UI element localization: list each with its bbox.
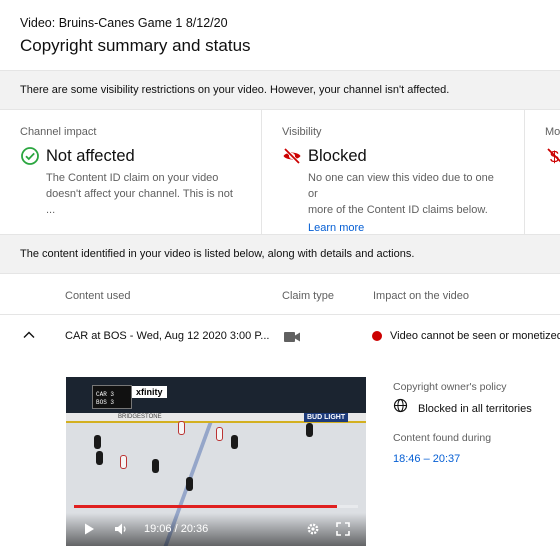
card-description: The Content ID claim on your video doesn… [46,170,241,218]
column-header-impact: Impact on the video [373,290,470,302]
card-status-text: Blocked [308,146,367,165]
card-label: Channel impact [20,126,97,138]
hockey-player [94,435,101,449]
board-ad: BRIDGESTONE [118,414,162,420]
impact-text: Video cannot be seen or monetized [390,330,560,342]
content-found-label: Content found during [393,428,491,446]
fullscreen-icon[interactable] [336,522,350,536]
hockey-player [306,423,313,437]
sponsor-logo: xfinity [132,386,167,398]
score-row: BOS 3 [96,399,115,406]
blocked-status-dot [372,331,382,341]
player-controls [66,513,366,546]
hockey-player [152,459,159,473]
video-label: Video: Bruins-Canes Game 1 8/12/20 [20,16,228,30]
hockey-player [178,421,185,435]
status-cards: Channel impact Not affected The Content … [0,110,560,234]
channel-impact-card: Channel impact Not affected The Content … [0,110,262,234]
content-found-label-text: Content found during [393,432,492,444]
card-status: Not affected [20,146,241,166]
hockey-player [231,435,238,449]
card-description: No one can view this video due to one or… [308,170,504,218]
hockey-player [186,477,193,491]
card-description-line: doesn't affect your channel. This is not… [46,188,233,216]
card-status: $ [545,146,560,166]
eye-off-icon [282,146,302,166]
policy-value-text: Blocked in all territories [418,403,532,415]
card-label: Visibility [282,126,322,138]
score-bug: CAR 3 BOS 3 [92,385,132,409]
card-status: Blocked [282,146,504,166]
settings-gear-icon[interactable] [306,522,320,536]
volume-icon[interactable] [114,522,128,536]
check-circle-icon [20,146,40,166]
table-divider [0,314,560,315]
learn-more-link[interactable]: Learn more [308,222,364,234]
seek-bar[interactable] [74,505,358,508]
visibility-card: Visibility Blocked No one can view this … [262,110,525,234]
card-label: Mo [545,126,560,138]
content-info-row: The content identified in your video is … [0,234,560,274]
score-row: CAR 3 [96,391,115,398]
card-description-line: No one can view this video due to one or [308,172,494,200]
card-description-line: more of the Content ID claims below. [308,204,488,216]
column-header-content-used: Content used [65,290,131,302]
visibility-restrictions-banner: There are some visibility restrictions o… [0,70,560,110]
video-player[interactable]: CAR 3 BOS 3 xfinity BRIDGESTONE BUD LIGH… [66,377,366,546]
chevron-up-icon[interactable] [20,326,38,344]
hockey-player [96,451,103,465]
hockey-player [120,455,127,469]
policy-label: Copyright owner's policy [393,377,506,395]
card-status-text: Not affected [46,146,135,165]
hockey-player [216,427,223,441]
no-money-icon: $ [545,146,560,166]
board-ad-logo: BUD LIGHT [304,413,349,422]
page-header: Video: Bruins-Canes Game 1 8/12/20 Copyr… [0,0,560,70]
globe-icon [393,398,408,413]
claimed-content-title[interactable]: CAR at BOS - Wed, Aug 12 2020 3:00 P... [65,330,269,342]
page-title: Copyright summary and status [20,36,251,55]
column-header-claim-type: Claim type [282,290,334,302]
impact-status: Video cannot be seen or monetized [372,330,560,342]
policy-value: Blocked in all territories [418,399,532,417]
timestamp-range-link[interactable]: 18:46 – 20:37 [393,453,460,465]
playback-time: 19:06 / 20:36 [144,523,209,535]
policy-label-text: Copyright owner's policy [393,381,507,393]
card-description-line: The Content ID claim on your video [46,172,219,184]
monetization-card: Mo $ [525,110,560,234]
seek-bar-fill [74,505,338,508]
play-icon[interactable] [82,522,96,536]
content-found-range: 18:46 – 20:37 [393,449,460,467]
video-camera-icon [283,330,301,344]
